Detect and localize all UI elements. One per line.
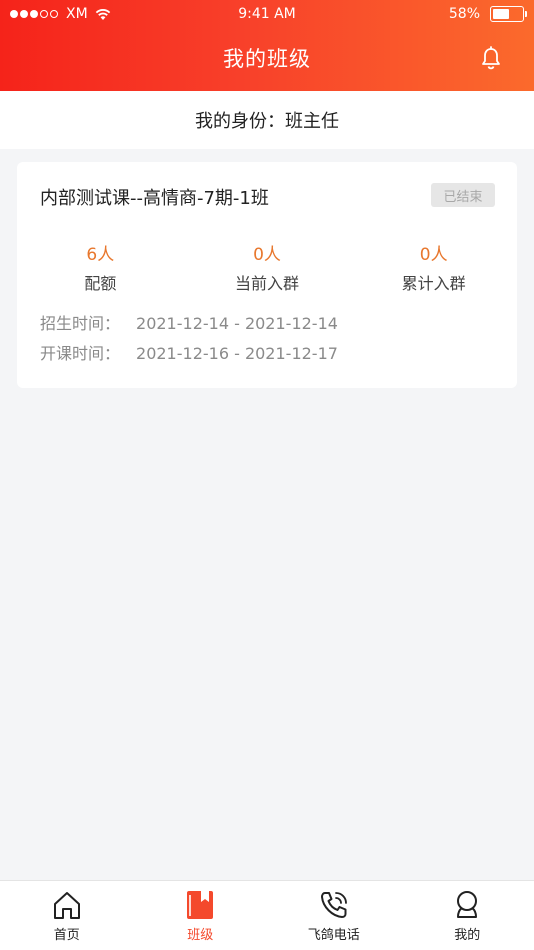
- status-badge: 已结束: [431, 183, 495, 207]
- class-period: 开课时间： 2021-12-16 - 2021-12-17: [40, 342, 338, 372]
- page-title: 我的班级: [223, 47, 311, 71]
- role-bar: 我的身份：班主任: [0, 91, 534, 149]
- battery-icon: [490, 6, 527, 22]
- tab-label: 飞鸽电话: [307, 928, 360, 943]
- tab-label: 班级: [187, 928, 214, 943]
- header: XM 9:41 AM 58% 我的班级: [0, 0, 534, 91]
- tab-class[interactable]: 班级: [134, 881, 268, 950]
- stat-value: 0人: [253, 245, 281, 265]
- class-card[interactable]: 内部测试课--高情商-7期-1班 已结束 6人 配额 0人 当前入群 0人 累计…: [17, 162, 517, 388]
- tab-label: 我的: [454, 928, 481, 943]
- stat-value: 6人: [86, 245, 115, 265]
- stat-current-members: 0人 当前入群: [184, 240, 351, 294]
- tab-bar: 首页 班级 飞鸽电话 我的: [0, 880, 534, 950]
- enroll-label: 招生时间：: [40, 314, 121, 333]
- enroll-range: 2021-12-14 - 2021-12-14: [136, 314, 338, 333]
- stat-label: 当前入群: [235, 274, 300, 293]
- enroll-period: 招生时间： 2021-12-14 - 2021-12-14: [40, 312, 338, 342]
- battery-percent: 58%: [448, 6, 480, 22]
- book-icon: [187, 891, 214, 919]
- status-bar: XM 9:41 AM 58%: [0, 0, 534, 30]
- tab-feige-phone[interactable]: 飞鸽电话: [267, 881, 401, 950]
- home-icon: [53, 892, 80, 919]
- stat-value: 0人: [419, 245, 448, 265]
- bell-icon[interactable]: [480, 46, 502, 70]
- stat-quota: 6人 配额: [17, 240, 184, 294]
- tab-mine[interactable]: 我的: [401, 881, 534, 950]
- class-period-range: 2021-12-16 - 2021-12-17: [136, 344, 338, 363]
- role-text: 我的身份：班主任: [195, 111, 339, 132]
- phone-icon: [320, 892, 347, 918]
- class-stats: 6人 配额 0人 当前入群 0人 累计入群: [17, 240, 517, 294]
- class-dates: 招生时间： 2021-12-14 - 2021-12-14 开课时间： 2021…: [40, 312, 338, 372]
- stat-label: 累计入群: [401, 274, 466, 293]
- stat-label: 配额: [84, 274, 117, 293]
- tab-label: 首页: [53, 928, 80, 943]
- class-title: 内部测试课--高情商-7期-1班: [40, 188, 269, 209]
- user-icon: [457, 891, 478, 918]
- tab-home[interactable]: 首页: [0, 881, 134, 950]
- class-period-label: 开课时间：: [40, 344, 121, 363]
- stat-total-members: 0人 累计入群: [350, 240, 517, 294]
